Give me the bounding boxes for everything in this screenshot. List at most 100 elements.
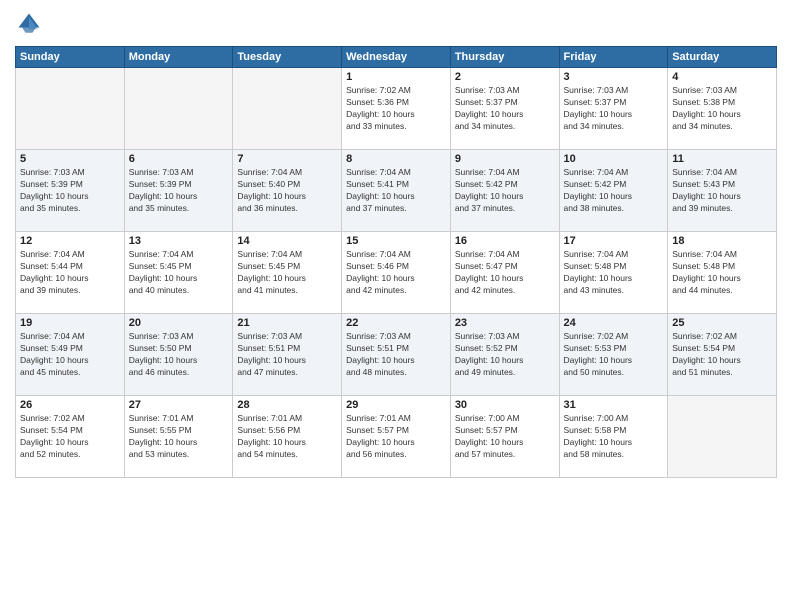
weekday-header-saturday: Saturday: [668, 47, 777, 68]
day-info: Sunrise: 7:00 AM Sunset: 5:58 PM Dayligh…: [564, 413, 664, 461]
calendar-cell: 28 Sunrise: 7:01 AM Sunset: 5:56 PM Dayli…: [233, 396, 342, 478]
day-info: Sunrise: 7:04 AM Sunset: 5:48 PM Dayligh…: [564, 249, 664, 297]
day-number: 7: [237, 153, 337, 165]
weekday-header-thursday: Thursday: [450, 47, 559, 68]
day-number: 17: [564, 235, 664, 247]
calendar-cell: [124, 68, 233, 150]
calendar-cell: 27 Sunrise: 7:01 AM Sunset: 5:55 PM Dayli…: [124, 396, 233, 478]
weekday-header-friday: Friday: [559, 47, 668, 68]
calendar-week-row: 26 Sunrise: 7:02 AM Sunset: 5:54 PM Dayli…: [16, 396, 777, 478]
calendar-week-row: 5 Sunrise: 7:03 AM Sunset: 5:39 PM Daylig…: [16, 150, 777, 232]
day-info: Sunrise: 7:02 AM Sunset: 5:36 PM Dayligh…: [346, 85, 446, 133]
calendar-cell: 13 Sunrise: 7:04 AM Sunset: 5:45 PM Dayli…: [124, 232, 233, 314]
calendar-cell: 31 Sunrise: 7:00 AM Sunset: 5:58 PM Dayli…: [559, 396, 668, 478]
day-number: 31: [564, 399, 664, 411]
day-info: Sunrise: 7:04 AM Sunset: 5:48 PM Dayligh…: [672, 249, 772, 297]
calendar-cell: 30 Sunrise: 7:00 AM Sunset: 5:57 PM Dayli…: [450, 396, 559, 478]
day-number: 2: [455, 71, 555, 83]
weekday-header-wednesday: Wednesday: [342, 47, 451, 68]
day-number: 18: [672, 235, 772, 247]
day-info: Sunrise: 7:03 AM Sunset: 5:39 PM Dayligh…: [20, 167, 120, 215]
day-info: Sunrise: 7:02 AM Sunset: 5:54 PM Dayligh…: [20, 413, 120, 461]
day-number: 5: [20, 153, 120, 165]
calendar-cell: 9 Sunrise: 7:04 AM Sunset: 5:42 PM Daylig…: [450, 150, 559, 232]
day-info: Sunrise: 7:04 AM Sunset: 5:43 PM Dayligh…: [672, 167, 772, 215]
day-number: 30: [455, 399, 555, 411]
day-info: Sunrise: 7:04 AM Sunset: 5:42 PM Dayligh…: [564, 167, 664, 215]
calendar-cell: 26 Sunrise: 7:02 AM Sunset: 5:54 PM Dayli…: [16, 396, 125, 478]
calendar-week-row: 19 Sunrise: 7:04 AM Sunset: 5:49 PM Dayli…: [16, 314, 777, 396]
calendar-cell: 18 Sunrise: 7:04 AM Sunset: 5:48 PM Dayli…: [668, 232, 777, 314]
calendar-cell: 12Sunrise: 7:04 AM Sunset: 5:44 PM Dayli…: [16, 232, 125, 314]
day-number: 26: [20, 399, 120, 411]
day-info: Sunrise: 7:01 AM Sunset: 5:56 PM Dayligh…: [237, 413, 337, 461]
calendar-week-row: 1 Sunrise: 7:02 AM Sunset: 5:36 PM Daylig…: [16, 68, 777, 150]
calendar-cell: 2 Sunrise: 7:03 AM Sunset: 5:37 PM Daylig…: [450, 68, 559, 150]
calendar-cell: 15Sunrise: 7:04 AM Sunset: 5:46 PM Dayli…: [342, 232, 451, 314]
day-number: 23: [455, 317, 555, 329]
day-number: 22: [346, 317, 446, 329]
day-number: 8: [346, 153, 446, 165]
day-info: Sunrise: 7:03 AM Sunset: 5:39 PM Dayligh…: [129, 167, 229, 215]
day-info: Sunrise: 7:03 AM Sunset: 5:50 PM Dayligh…: [129, 331, 229, 379]
calendar-cell: 25 Sunrise: 7:02 AM Sunset: 5:54 PM Dayli…: [668, 314, 777, 396]
day-info: Sunrise: 7:04 AM Sunset: 5:45 PM Dayligh…: [237, 249, 337, 297]
calendar-cell: 14 Sunrise: 7:04 AM Sunset: 5:45 PM Dayli…: [233, 232, 342, 314]
day-number: 20: [129, 317, 229, 329]
day-info: Sunrise: 7:04 AM Sunset: 5:44 PM Dayligh…: [20, 249, 120, 297]
calendar-cell: 20 Sunrise: 7:03 AM Sunset: 5:50 PM Dayli…: [124, 314, 233, 396]
day-info: Sunrise: 7:04 AM Sunset: 5:41 PM Dayligh…: [346, 167, 446, 215]
day-info: Sunrise: 7:04 AM Sunset: 5:45 PM Dayligh…: [129, 249, 229, 297]
day-info: Sunrise: 7:03 AM Sunset: 5:37 PM Dayligh…: [455, 85, 555, 133]
day-number: 14: [237, 235, 337, 247]
calendar-cell: 8 Sunrise: 7:04 AM Sunset: 5:41 PM Daylig…: [342, 150, 451, 232]
calendar-cell: 16Sunrise: 7:04 AM Sunset: 5:47 PM Dayli…: [450, 232, 559, 314]
day-number: 6: [129, 153, 229, 165]
day-info: Sunrise: 7:04 AM Sunset: 5:47 PM Dayligh…: [455, 249, 555, 297]
day-number: 25: [672, 317, 772, 329]
weekday-header-row: SundayMondayTuesdayWednesdayThursdayFrid…: [16, 47, 777, 68]
day-info: Sunrise: 7:03 AM Sunset: 5:52 PM Dayligh…: [455, 331, 555, 379]
calendar-cell: [16, 68, 125, 150]
calendar-cell: 22 Sunrise: 7:03 AM Sunset: 5:51 PM Dayli…: [342, 314, 451, 396]
calendar-cell: 23 Sunrise: 7:03 AM Sunset: 5:52 PM Dayli…: [450, 314, 559, 396]
calendar-cell: [233, 68, 342, 150]
weekday-header-sunday: Sunday: [16, 47, 125, 68]
day-info: Sunrise: 7:03 AM Sunset: 5:51 PM Dayligh…: [237, 331, 337, 379]
logo: [15, 10, 47, 38]
page: SundayMondayTuesdayWednesdayThursdayFrid…: [0, 0, 792, 612]
calendar-cell: 3 Sunrise: 7:03 AM Sunset: 5:37 PM Daylig…: [559, 68, 668, 150]
calendar-cell: 24Sunrise: 7:02 AM Sunset: 5:53 PM Dayli…: [559, 314, 668, 396]
weekday-header-monday: Monday: [124, 47, 233, 68]
day-number: 24: [564, 317, 664, 329]
day-number: 3: [564, 71, 664, 83]
day-number: 19: [20, 317, 120, 329]
day-info: Sunrise: 7:02 AM Sunset: 5:54 PM Dayligh…: [672, 331, 772, 379]
day-info: Sunrise: 7:04 AM Sunset: 5:42 PM Dayligh…: [455, 167, 555, 215]
day-info: Sunrise: 7:04 AM Sunset: 5:40 PM Dayligh…: [237, 167, 337, 215]
calendar-week-row: 12Sunrise: 7:04 AM Sunset: 5:44 PM Dayli…: [16, 232, 777, 314]
day-info: Sunrise: 7:01 AM Sunset: 5:55 PM Dayligh…: [129, 413, 229, 461]
logo-icon: [15, 10, 43, 38]
day-number: 27: [129, 399, 229, 411]
day-number: 21: [237, 317, 337, 329]
day-number: 10: [564, 153, 664, 165]
day-number: 28: [237, 399, 337, 411]
day-number: 11: [672, 153, 772, 165]
day-number: 13: [129, 235, 229, 247]
day-info: Sunrise: 7:01 AM Sunset: 5:57 PM Dayligh…: [346, 413, 446, 461]
calendar-cell: [668, 396, 777, 478]
day-number: 15: [346, 235, 446, 247]
calendar-cell: 29Sunrise: 7:01 AM Sunset: 5:57 PM Dayli…: [342, 396, 451, 478]
day-info: Sunrise: 7:04 AM Sunset: 5:49 PM Dayligh…: [20, 331, 120, 379]
header: [15, 10, 777, 38]
day-info: Sunrise: 7:03 AM Sunset: 5:51 PM Dayligh…: [346, 331, 446, 379]
day-info: Sunrise: 7:00 AM Sunset: 5:57 PM Dayligh…: [455, 413, 555, 461]
calendar-cell: 6 Sunrise: 7:03 AM Sunset: 5:39 PM Daylig…: [124, 150, 233, 232]
day-number: 1: [346, 71, 446, 83]
day-number: 9: [455, 153, 555, 165]
day-info: Sunrise: 7:03 AM Sunset: 5:37 PM Dayligh…: [564, 85, 664, 133]
calendar-cell: 21 Sunrise: 7:03 AM Sunset: 5:51 PM Dayli…: [233, 314, 342, 396]
calendar-cell: 10 Sunrise: 7:04 AM Sunset: 5:42 PM Dayli…: [559, 150, 668, 232]
calendar-cell: 4Sunrise: 7:03 AM Sunset: 5:38 PM Daylig…: [668, 68, 777, 150]
